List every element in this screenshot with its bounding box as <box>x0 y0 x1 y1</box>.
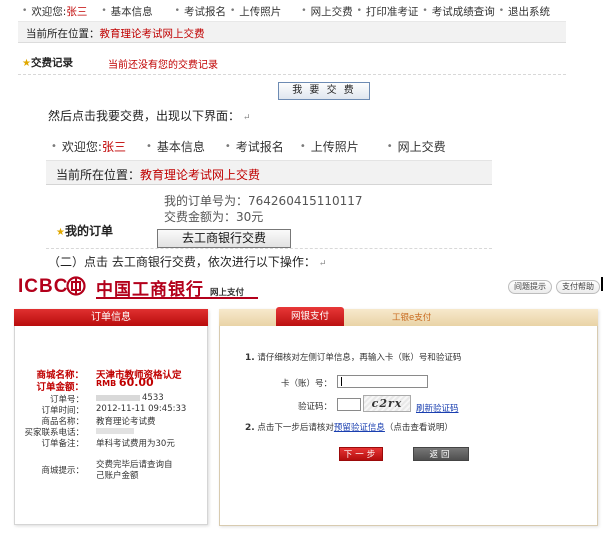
nav-upload-photo[interactable]: 上传照片 <box>239 4 281 19</box>
order-info-title: 订单信息 <box>14 309 208 326</box>
reserved-info-link[interactable]: 预留验证信息 <box>334 423 385 433</box>
go-icbc-pay-button[interactable]: 去工商银行交费 <box>157 229 291 248</box>
order-number-line: 我的订单号为：764260415110117 <box>164 194 363 208</box>
nav-score-query[interactable]: 考试成绩查询 <box>432 4 495 19</box>
payment-panel <box>219 309 598 526</box>
nav-basic-info[interactable]: 基本信息 <box>111 4 153 19</box>
tab-netbank-pay[interactable]: 网银支付 <box>276 307 344 326</box>
tip-label: 商城提示： <box>41 466 84 476</box>
location-bar-1: 当前所在位置：教育理论考试网上交费 <box>18 21 566 43</box>
pay-now-button[interactable]: 我 要 交 费 <box>278 82 370 100</box>
amount-line: 交费金额为：30元 <box>164 210 264 224</box>
welcome-label: 欢迎您: <box>31 5 67 18</box>
captcha-image: c2rx <box>363 395 411 412</box>
divider <box>18 74 566 75</box>
order-number: 764260415110117 <box>248 194 363 208</box>
my-order-title: ★我的订单 <box>56 224 113 238</box>
amount-value: 30元 <box>236 210 264 224</box>
records-title: ★交费记录 <box>22 57 73 69</box>
divider <box>46 248 492 249</box>
step-1-text: 1. 请仔细核对左侧订单信息，再输入卡（账）号和验证码 <box>245 353 462 363</box>
card-number-label: 卡（账）号： <box>280 379 332 389</box>
nav-basic-info[interactable]: 基本信息 <box>157 138 205 155</box>
nav-upload-photo[interactable]: 上传照片 <box>311 138 359 155</box>
buyer-phone <box>96 426 134 436</box>
amount-label: 订单金额： <box>36 382 84 393</box>
location-value: 教育理论考试网上交费 <box>140 168 261 182</box>
tab-e-pay[interactable]: 工银e支付 <box>392 311 431 323</box>
top-nav-1: • 欢迎您: 张三 • 基本信息 • 考试报名 • 上传照片 • 网上交费 • … <box>22 4 551 19</box>
star-icon: ★ <box>22 58 31 69</box>
order-no-value: 4533 <box>96 393 164 403</box>
back-button[interactable]: 返回 <box>413 447 469 461</box>
location-label: 当前所在位置： <box>26 28 100 40</box>
text-cursor <box>601 277 603 291</box>
nav-bullet: • <box>22 6 28 16</box>
pay-help-button[interactable]: 支付帮助 <box>556 280 600 294</box>
user-name: 张三 <box>66 5 88 18</box>
welcome-label: 欢迎您: <box>61 139 102 154</box>
location-bar-2: 当前所在位置：教育理论考试网上交费 <box>46 160 492 185</box>
next-step-button[interactable]: 下一步 <box>339 447 383 461</box>
order-amount: RMB 60.00 <box>96 376 154 389</box>
step-2-text: 2. 点击下一步后请核对预留验证信息（点击查看说明） <box>245 423 453 433</box>
captcha-label: 验证码： <box>297 402 332 412</box>
issue-tips-button[interactable]: 间题提示 <box>508 280 552 294</box>
icbc-logo-text: ICBC <box>18 276 69 297</box>
nav-exam-signup[interactable]: 考试报名 <box>184 4 226 19</box>
header-underline <box>96 297 258 299</box>
return-mark-icon: ↵ <box>243 113 251 123</box>
card-number-input[interactable] <box>337 375 428 388</box>
nav-online-pay[interactable]: 网上交费 <box>311 4 353 19</box>
records-message: 当前还没有您的交费记录 <box>108 60 218 71</box>
location-label: 当前所在位置： <box>56 168 141 182</box>
nav-online-pay[interactable]: 网上交费 <box>398 138 446 155</box>
order-time: 2012-11-11 09:45:33 <box>96 404 187 414</box>
tip-value: 交费完毕后请查询自己账户金额 <box>96 460 173 481</box>
user-name: 张三 <box>101 139 126 154</box>
icbc-emblem-icon <box>66 276 86 296</box>
return-mark-icon: ↵ <box>318 259 327 269</box>
remark-value: 单科考试费用为30元 <box>96 439 175 449</box>
refresh-captcha-link[interactable]: 刷新验证码 <box>416 402 459 414</box>
nav-exam-signup[interactable]: 考试报名 <box>236 138 284 155</box>
remark-label: 订单备注： <box>41 439 84 449</box>
captcha-input[interactable] <box>337 398 361 411</box>
star-icon: ★ <box>56 227 65 238</box>
instruction-paragraph-2: （二）点击 去工商银行交费，依次进行以下操作： ↵ <box>48 255 327 269</box>
location-value: 教育理论考试网上交费 <box>99 28 205 40</box>
nav-print-ticket[interactable]: 打印准考证 <box>366 4 419 19</box>
nav-logout[interactable]: 退出系统 <box>508 4 550 19</box>
instruction-paragraph-1: 然后点击我要交费，出现以下界面： ↵ <box>48 109 251 123</box>
top-nav-2: • 欢迎您: 张三 • 基本信息 • 考试报名 • 上传照片 • 网上交费 <box>51 138 446 155</box>
